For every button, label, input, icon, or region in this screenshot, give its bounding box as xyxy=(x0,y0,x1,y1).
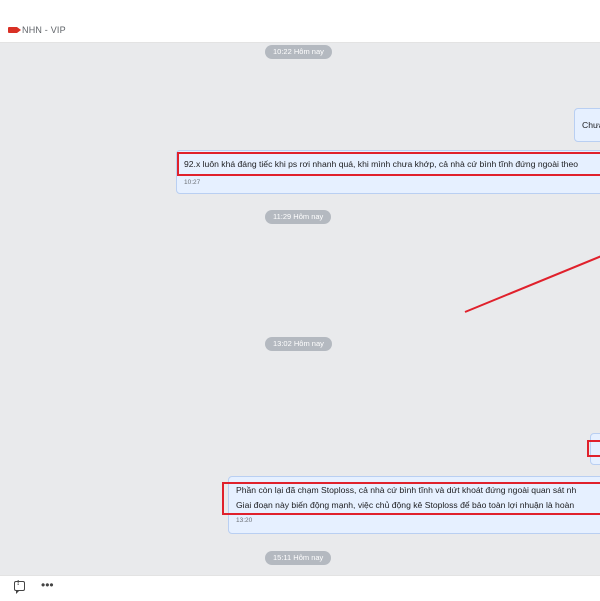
time-divider: 13:02 Hôm nay xyxy=(265,337,332,351)
highlight-box xyxy=(222,482,600,515)
time-divider: 15:11 Hôm nay xyxy=(265,551,332,565)
bottom-toolbar xyxy=(0,575,600,601)
quote-icon[interactable] xyxy=(14,580,25,594)
message-time: 13:20 xyxy=(236,517,253,524)
highlight-box xyxy=(587,440,600,457)
chat-header: NHN - VIP xyxy=(0,0,600,43)
more-icon[interactable]: ••• xyxy=(41,578,54,592)
conversation-title: NHN - VIP xyxy=(22,25,66,35)
message-list[interactable]: 10:22 Hôm nay Chưa 92.x luôn khá đáng ti… xyxy=(0,43,600,575)
tag-icon xyxy=(8,27,21,33)
